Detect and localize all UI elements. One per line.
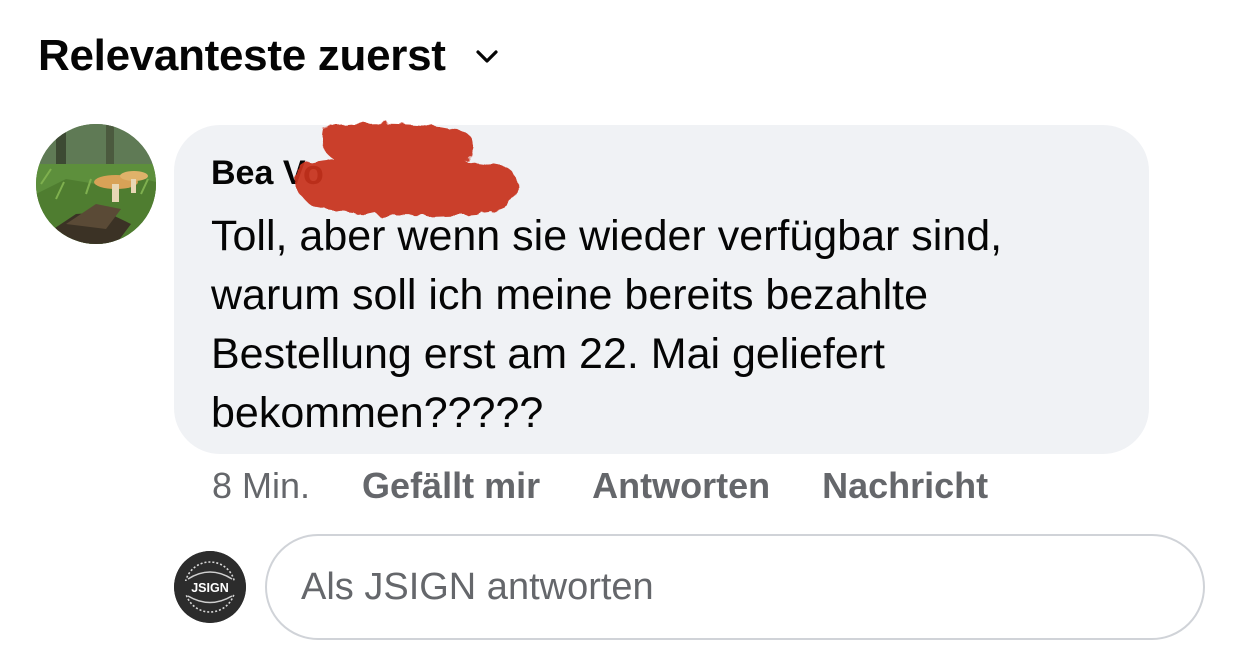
sort-dropdown[interactable]: Relevanteste zuerst — [38, 28, 500, 84]
comment-text: Toll, aber wenn sie wieder verfügbar sin… — [211, 212, 1003, 437]
page-avatar: JSIGN — [174, 551, 246, 623]
avatar-photo — [36, 124, 156, 244]
message-button[interactable]: Nachricht — [822, 465, 988, 507]
reply-button[interactable]: Antworten — [592, 465, 770, 507]
chevron-down-icon — [476, 50, 498, 63]
commenter-avatar[interactable] — [36, 124, 156, 244]
svg-text:JSIGN: JSIGN — [191, 581, 229, 595]
redaction-scribble — [296, 122, 519, 217]
author-row: Bea Vo — [211, 122, 1113, 217]
jsign-logo-icon: JSIGN — [174, 551, 246, 623]
sort-label: Relevanteste zuerst — [38, 31, 446, 80]
comment-timestamp[interactable]: 8 Min. — [212, 465, 310, 507]
comment-actions: 8 Min. Gefällt mir Antworten Nachricht — [212, 462, 988, 510]
reply-input[interactable] — [265, 534, 1205, 640]
like-button[interactable]: Gefällt mir — [362, 465, 540, 507]
comment-bubble: Bea Vo Toll, aber wenn sie wieder verfüg… — [174, 122, 1149, 454]
